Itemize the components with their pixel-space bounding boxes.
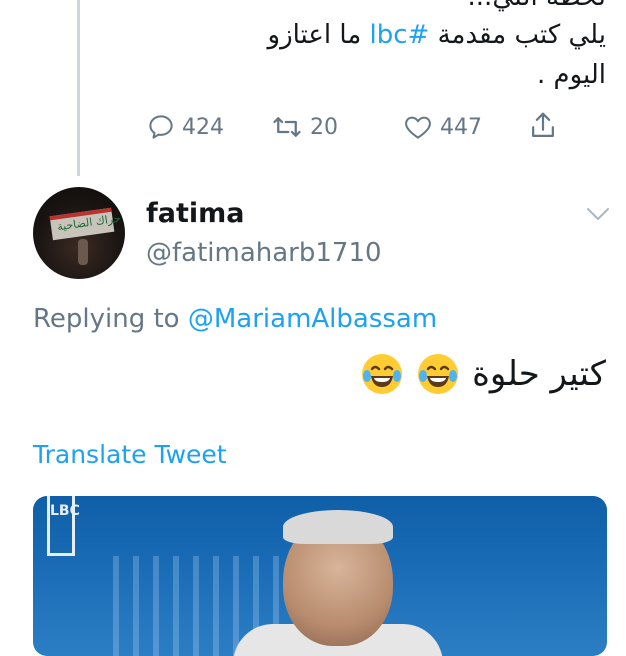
quoted-tweet-line-2: اليوم .: [536, 60, 606, 90]
quoted-tweet-line-1: يلي كتب مقدمة #lbc ما اعتازو: [268, 20, 606, 50]
translate-tweet-link[interactable]: Translate Tweet: [33, 440, 227, 469]
tweet-text: كتير حلوة: [472, 354, 606, 394]
reply-icon: [149, 115, 173, 139]
reply-count: 424: [182, 114, 224, 140]
retweet-icon: [273, 117, 301, 137]
lbc-logo: LBC: [47, 496, 80, 556]
like-button[interactable]: 447: [402, 112, 482, 142]
heart-icon: [405, 116, 431, 139]
quoted-tweet-text-suffix: ما اعتازو: [267, 20, 370, 50]
tweet-media-video[interactable]: LBC: [33, 496, 607, 656]
replying-to-label: Replying to: [33, 304, 188, 334]
tweet-body: كتير حلوة: [360, 352, 606, 396]
thread-connector-line: [77, 0, 80, 176]
like-count: 447: [440, 114, 482, 140]
laughing-tears-emoji-icon: [362, 354, 403, 394]
user-handle[interactable]: @fatimaharb1710: [146, 238, 382, 268]
media-presenter-hair: [283, 510, 393, 544]
replying-to: Replying to @MariamAlbassam: [33, 304, 437, 334]
avatar-figure: [78, 239, 88, 265]
hashtag-link[interactable]: #lbc: [370, 20, 430, 50]
retweet-button[interactable]: 20: [270, 112, 338, 142]
mention-link[interactable]: @MariamAlbassam: [188, 304, 437, 334]
avatar[interactable]: حراك الضاحية: [33, 187, 125, 279]
quoted-tweet-text-prefix: يلي كتب مقدمة: [429, 20, 606, 50]
quoted-tweet-line-0: لحظة اللي...: [468, 0, 606, 12]
share-button[interactable]: [528, 110, 558, 142]
user-display-name[interactable]: fatima: [146, 198, 244, 229]
share-icon: [532, 112, 554, 137]
laughing-tears-emoji-icon: [418, 354, 459, 394]
reply-button[interactable]: 424: [146, 112, 224, 142]
retweet-count: 20: [310, 114, 338, 140]
tweet-action-bar: 424 20 447: [140, 108, 586, 148]
chevron-down-icon[interactable]: [586, 206, 610, 222]
